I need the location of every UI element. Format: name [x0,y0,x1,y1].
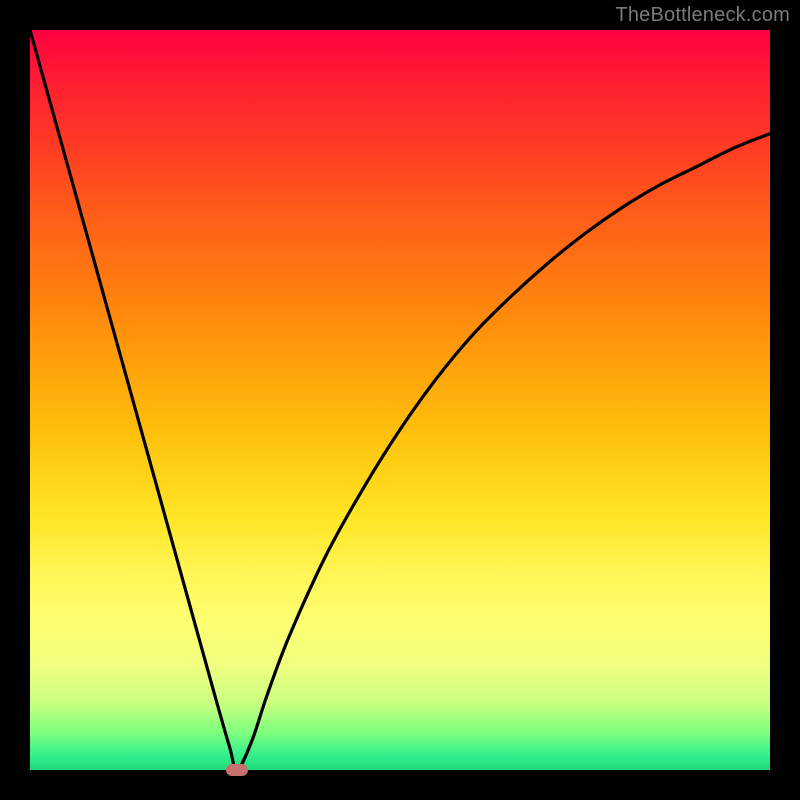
watermark-text: TheBottleneck.com [615,4,790,27]
minimum-marker [226,764,248,776]
curve-svg [30,30,770,770]
bottleneck-curve [30,30,770,770]
chart-container: TheBottleneck.com [0,0,800,800]
plot-area [30,30,770,770]
